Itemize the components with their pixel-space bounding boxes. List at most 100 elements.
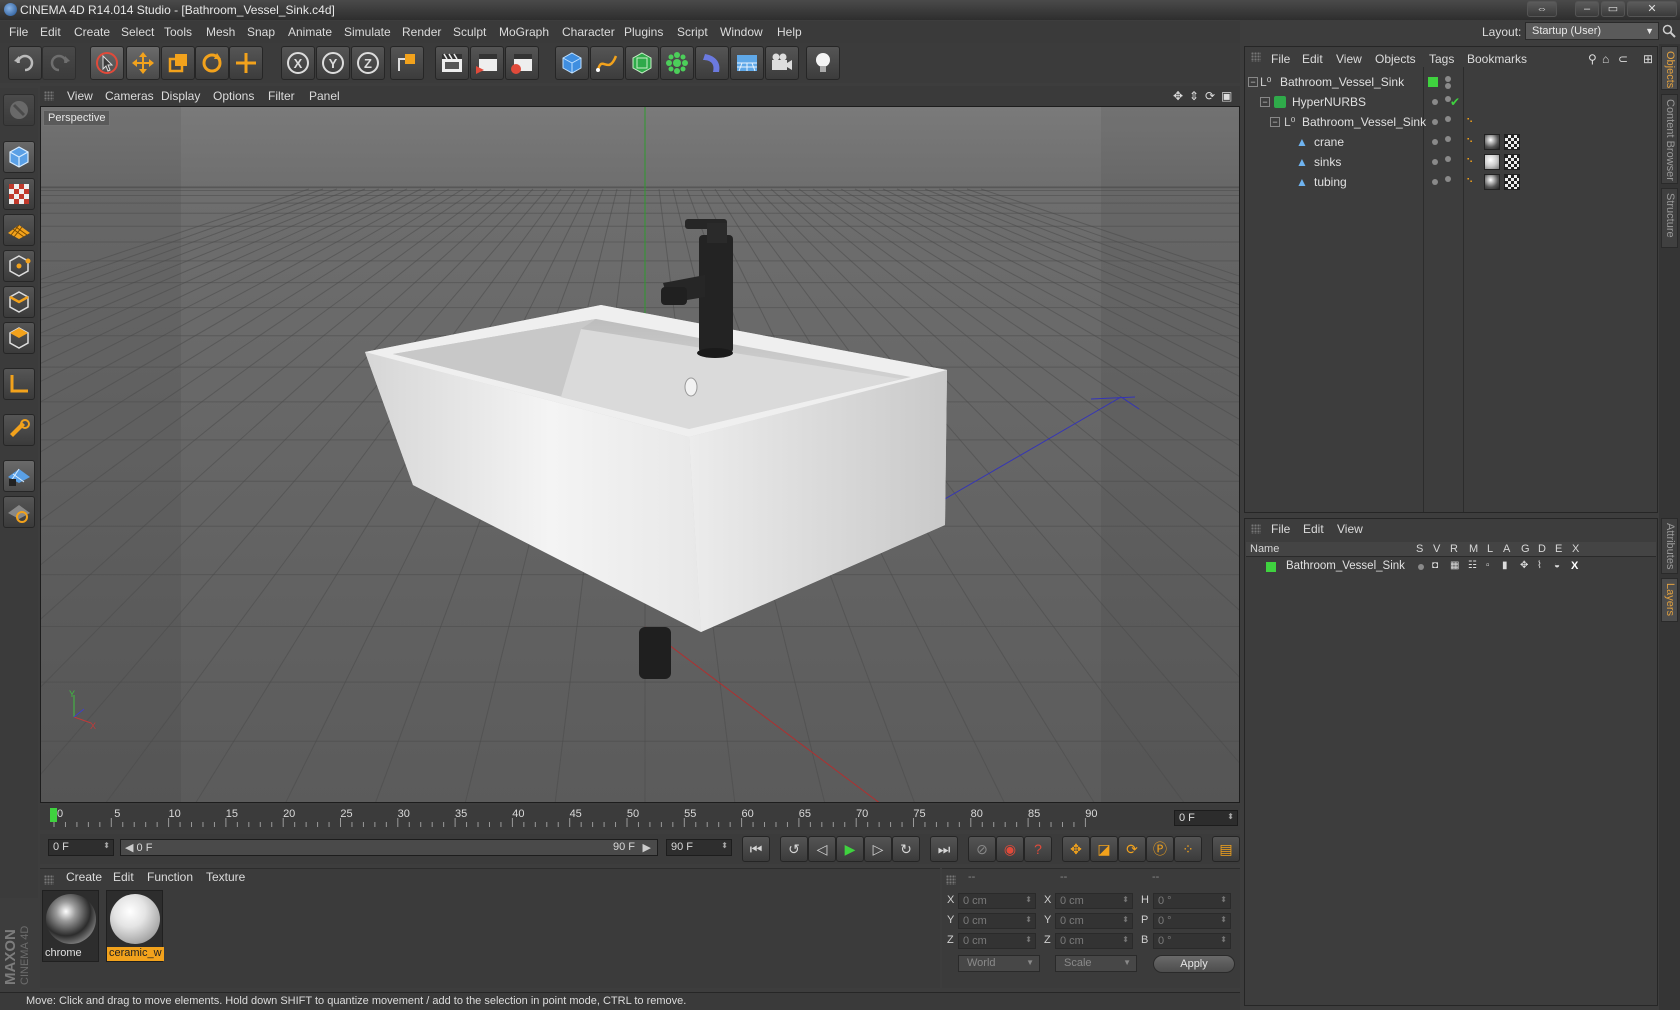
floor-environment-button[interactable] [730,46,764,80]
current-frame-field[interactable]: 0 F ⬍ [1174,810,1238,826]
panel-grip-icon[interactable] [44,875,54,885]
step-backward-button[interactable]: ◁ [808,836,836,862]
model-mode-button[interactable] [3,141,35,173]
xref-icon[interactable]: X [1571,560,1585,574]
layer-header-solo[interactable]: S [1416,543,1423,555]
object-menu-file[interactable]: File [1271,52,1290,66]
make-editable-button[interactable] [3,94,35,126]
object-menu-bookmarks[interactable]: Bookmarks [1467,52,1527,66]
step-forward-button[interactable]: ▷ [864,836,892,862]
uvw-tag-icon[interactable] [1504,174,1520,190]
editor-visibility-dot[interactable] [1432,119,1438,125]
redo-button[interactable] [42,46,76,80]
viewport-menu-options[interactable]: Options [213,89,254,103]
deformer-icon[interactable]: ⌇ [1537,560,1551,574]
enabled-check-icon[interactable]: ✔ [1450,95,1464,109]
object-row[interactable]: − L⁰ Bathroom_Vessel_Sink ⠢ [1246,112,1656,132]
menu-render[interactable]: Render [402,25,441,39]
edges-mode-button[interactable] [3,286,35,318]
points-mode-button[interactable] [3,250,35,282]
phong-tag-icon[interactable]: ⠢ [1466,175,1480,189]
y-axis-lock-button[interactable]: Y [316,46,350,80]
go-to-next-key-button[interactable]: ↻ [892,836,920,862]
z-axis-lock-button[interactable]: Z [351,46,385,80]
render-visibility-dot[interactable] [1445,176,1451,182]
viewport-menu-display[interactable]: Display [161,89,200,103]
layer-header-animation[interactable]: A [1503,543,1510,555]
end-frame-field[interactable]: 90 F ⬍ [666,839,732,856]
tab-structure[interactable]: Structure [1661,188,1678,248]
menu-edit[interactable]: Edit [40,25,61,39]
collapse-toggle-icon[interactable]: − [1248,77,1258,87]
viewport-move-icon[interactable]: ✥ [1173,89,1183,103]
object-row[interactable]: − HyperNURBS ✔ [1246,92,1656,112]
size-x-field[interactable]: 0 cm ⬍ [1055,893,1133,909]
layer-header-view[interactable]: V [1433,543,1440,555]
layer-header-locked[interactable]: L [1487,543,1493,555]
generator-icon[interactable]: ✥ [1520,560,1534,574]
material-tag-icon[interactable] [1484,134,1500,150]
editor-visibility-dot[interactable] [1432,159,1438,165]
record-position-button[interactable]: ✥ [1062,836,1090,862]
tab-layers[interactable]: Layers [1661,578,1678,622]
menu-file[interactable]: File [9,25,28,39]
object-row[interactable]: − L⁰ Bathroom_Vessel_Sink [1246,72,1656,92]
viewport-maximize-icon[interactable]: ▣ [1221,89,1232,103]
panel-grip-icon[interactable] [44,91,54,101]
layout-dropdown[interactable]: Startup (User) ▼ [1525,22,1659,40]
layer-header-xref[interactable]: X [1572,543,1579,555]
size-y-field[interactable]: 0 cm ⬍ [1055,913,1133,929]
size-z-field[interactable]: 0 cm ⬍ [1055,933,1133,949]
menu-window[interactable]: Window [720,25,763,39]
render-icon[interactable]: ▦ [1450,560,1464,574]
material-swatch-chrome[interactable]: chrome [42,890,99,962]
start-frame-field[interactable]: 0 F ⬍ [48,839,114,856]
deformer-bend-button[interactable] [695,46,729,80]
render-view-button[interactable] [435,46,469,80]
go-to-previous-key-button[interactable]: ↺ [780,836,808,862]
material-menu-edit[interactable]: Edit [113,870,134,884]
layer-menu-file[interactable]: File [1271,522,1290,536]
expression-icon[interactable]: ◒ [1554,560,1568,574]
home-icon[interactable]: ⌂ [1602,52,1609,66]
object-row[interactable]: ▲ sinks ⠢ [1246,152,1656,172]
undo-button[interactable] [8,46,42,80]
recent-tool-button[interactable] [229,46,263,80]
position-x-field[interactable]: 0 cm ⬍ [958,893,1036,909]
animation-icon[interactable]: ▮ [1502,560,1516,574]
cube-object-button[interactable] [555,46,589,80]
object-menu-view[interactable]: View [1336,52,1362,66]
material-tag-icon[interactable] [1484,154,1500,170]
object-row[interactable]: ▲ tubing ⠢ [1246,172,1656,192]
workplane-mode-button[interactable] [3,214,35,246]
layer-header-render[interactable]: R [1450,543,1458,555]
editor-visibility-dot[interactable] [1445,76,1451,82]
menu-plugins[interactable]: Plugins [624,25,663,39]
rotation-h-field[interactable]: 0 ° ⬍ [1153,893,1231,909]
tab-objects[interactable]: Objects [1661,46,1678,90]
light-object-button[interactable] [806,46,840,80]
viewport-rotate-icon[interactable]: ⟳ [1205,89,1215,103]
material-swatch-ceramic[interactable]: ceramic_w [106,890,164,962]
rotate-tool-button[interactable] [195,46,229,80]
viewport-zoom-icon[interactable]: ⇕ [1189,89,1199,103]
3d-viewport[interactable]: Y X [40,106,1240,803]
panel-grip-icon[interactable] [946,875,956,885]
menu-snap[interactable]: Snap [247,25,275,39]
play-forward-button[interactable]: ▶ [836,836,864,862]
phong-tag-icon[interactable]: ⠢ [1466,115,1480,129]
layer-solo-toggle[interactable] [1418,564,1424,570]
apply-button[interactable]: Apply [1153,955,1235,973]
minimize-button[interactable]: – [1575,1,1599,17]
camera-object-button[interactable] [765,46,799,80]
render-visibility-dot[interactable] [1445,136,1451,142]
layer-menu-edit[interactable]: Edit [1303,522,1324,536]
polygons-mode-button[interactable] [3,322,35,354]
editor-visibility-dot[interactable] [1432,139,1438,145]
viewport-menu-cameras[interactable]: Cameras [105,89,154,103]
menu-help[interactable]: Help [777,25,802,39]
material-menu-create[interactable]: Create [66,870,102,884]
record-active-objects-button[interactable]: ⊘ [968,836,996,862]
panel-grip-icon[interactable] [1251,524,1261,534]
tab-attributes[interactable]: Attributes [1661,518,1678,574]
